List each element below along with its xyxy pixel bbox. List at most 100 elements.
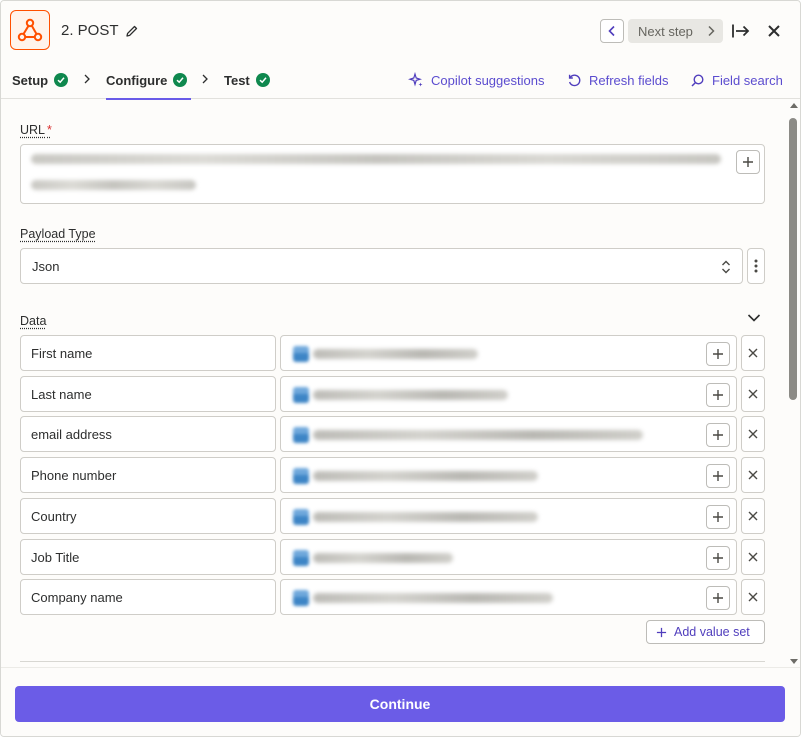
webhook-icon [10,10,50,50]
value-blurred [313,390,508,400]
app-icon-blurred [293,509,309,525]
data-key-input[interactable]: First name [20,335,276,371]
insert-data-button[interactable] [706,464,730,488]
remove-row-button[interactable] [741,539,765,575]
close-icon [748,470,758,480]
tab-test[interactable]: Test [224,61,270,99]
data-row: Country [20,498,765,534]
remove-row-button[interactable] [741,376,765,412]
insert-data-button[interactable] [706,505,730,529]
scroll-up-arrow[interactable] [790,103,798,108]
panel-header: 2. POST Next step [1,1,800,61]
chevron-down-icon[interactable] [746,310,762,326]
plus-icon [713,471,723,481]
scrollbar[interactable] [787,100,800,667]
app-icon-blurred [293,387,309,403]
continue-button[interactable]: Continue [15,686,785,722]
value-blurred [313,553,453,563]
plus-icon [713,593,723,603]
data-value-input[interactable] [280,579,737,615]
tab-configure[interactable]: Configure [106,61,192,100]
data-value-input[interactable] [280,335,737,371]
check-circle-icon [173,73,188,87]
data-key-input[interactable]: Company name [20,579,276,615]
payload-type-label: Payload Type [20,227,96,241]
url-label: URL * [20,123,52,137]
data-value-input[interactable] [280,376,737,412]
value-blurred [313,593,553,603]
url-input[interactable] [20,144,765,204]
data-row: Last name [20,376,765,412]
add-value-set-label: Add value set [674,625,750,639]
copilot-suggestions-link[interactable]: Copilot suggestions [408,71,544,89]
pencil-icon[interactable] [125,24,139,38]
plus-icon [713,430,723,440]
app-icon-blurred [293,590,309,606]
app-icon-blurred [293,427,309,443]
plus-icon [713,553,723,563]
remove-row-button[interactable] [741,335,765,371]
insert-data-button[interactable] [706,383,730,407]
url-value-blurred [31,180,196,190]
close-icon [748,511,758,521]
value-blurred [313,430,643,440]
step-tabs: Setup Configure Test Copilot suggestions… [1,61,800,100]
insert-data-button[interactable] [706,586,730,610]
field-search-label: Field search [712,72,783,88]
close-icon [748,429,758,439]
scroll-thumb[interactable] [789,118,797,400]
remove-row-button[interactable] [741,457,765,493]
tab-label: Configure [106,72,168,88]
check-circle-icon [255,73,270,87]
field-search-link[interactable]: Field search [690,71,783,89]
payload-type-select[interactable]: Json [20,248,743,284]
search-icon [691,73,704,87]
data-key-input[interactable]: Country [20,498,276,534]
insert-data-button[interactable] [706,342,730,366]
value-blurred [313,471,538,481]
refresh-fields-label: Refresh fields [589,72,669,88]
chevron-right-icon [708,25,715,37]
add-value-set-button[interactable]: Add value set [646,620,765,644]
remove-row-button[interactable] [741,416,765,452]
value-blurred [313,349,478,359]
insert-data-button[interactable] [706,546,730,570]
payload-type-value: Json [32,258,60,274]
close-icon[interactable] [764,21,784,41]
previous-step-button[interactable] [600,19,624,43]
app-icon-blurred [293,346,309,362]
next-step-button[interactable]: Next step [628,19,723,43]
select-arrows-icon [722,260,730,274]
collapse-panel-icon[interactable] [730,20,752,42]
more-options-button[interactable] [747,248,765,284]
configure-form: URL* Payload Type Json Data First name [1,100,787,667]
data-value-input[interactable] [280,416,737,452]
app-icon-blurred [293,550,309,566]
data-key-input[interactable]: email address [20,416,276,452]
sparkle-icon [408,72,423,87]
data-row: First name [20,335,765,371]
data-key-input[interactable]: Last name [20,376,276,412]
data-value-input[interactable] [280,457,737,493]
data-value-input[interactable] [280,498,737,534]
required-marker: * [47,123,52,137]
step-title[interactable]: 2. POST [61,22,139,39]
insert-data-button[interactable] [706,423,730,447]
data-key-input[interactable]: Job Title [20,539,276,575]
data-row: Phone number [20,457,765,493]
tab-setup[interactable]: Setup [12,61,69,99]
value-blurred [313,512,538,522]
remove-row-button[interactable] [741,498,765,534]
plus-icon [743,157,753,167]
chevron-right-icon [202,74,208,84]
insert-data-button[interactable] [736,150,760,174]
scroll-down-arrow[interactable] [790,659,798,664]
tab-label: Test [224,72,250,88]
data-value-input[interactable] [280,539,737,575]
plus-icon [713,512,723,522]
close-icon [748,389,758,399]
remove-row-button[interactable] [741,579,765,615]
data-key-input[interactable]: Phone number [20,457,276,493]
data-label: Data [20,314,47,328]
refresh-fields-link[interactable]: Refresh fields [567,71,668,89]
